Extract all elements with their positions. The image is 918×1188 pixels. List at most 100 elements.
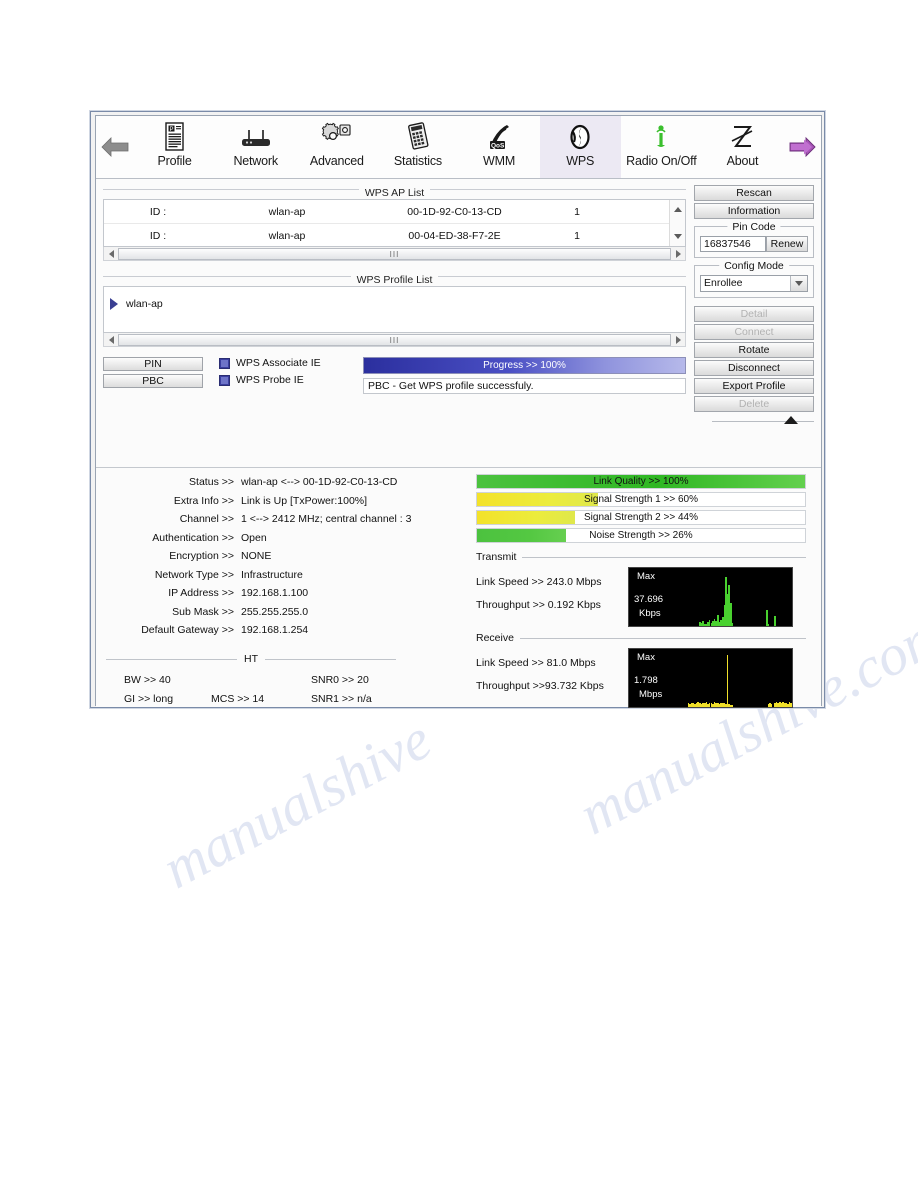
status-value: Infrastructure xyxy=(241,568,303,581)
profile-list-caption-row: WPS Profile List xyxy=(103,270,686,286)
pin-code-input[interactable]: 16837546 xyxy=(700,236,766,252)
tab-advanced[interactable]: Advanced xyxy=(296,116,377,178)
connection-status-panel: Status >> wlan-ap <--> 00-1D-92-C0-13-CD… xyxy=(96,468,821,709)
table-row[interactable]: ID : wlan-ap 00-04-ED-38-F7-2E 1 xyxy=(104,224,669,248)
transmit-throughput: Throughput >> 0.192 Kbps xyxy=(476,599,601,611)
calculator-icon xyxy=(403,122,433,152)
tab-about[interactable]: About xyxy=(702,116,783,178)
export-profile-button[interactable]: Export Profile xyxy=(694,378,814,394)
transmit-graph-max-label: Max xyxy=(637,571,655,582)
tab-wmm[interactable]: QoS WMM xyxy=(459,116,540,178)
transmit-graph-unit: Kbps xyxy=(639,608,661,619)
wps-ap-list[interactable]: ID : wlan-ap 00-1D-92-C0-13-CD 1 ID : wl… xyxy=(103,199,686,248)
collapse-up-icon[interactable] xyxy=(784,416,798,424)
status-key: Network Type >> xyxy=(154,568,234,581)
tab-profile[interactable]: P Profile xyxy=(134,116,215,178)
scroll-up-icon[interactable] xyxy=(670,202,685,217)
receive-throughput: Throughput >>93.732 Kbps xyxy=(476,680,604,692)
config-mode-group: Config Mode Enrollee xyxy=(694,260,814,298)
rescan-button[interactable]: Rescan xyxy=(694,185,814,201)
receive-graph-unit: Mbps xyxy=(639,689,663,700)
detail-button[interactable]: Detail xyxy=(694,306,814,322)
forward-arrow-button[interactable] xyxy=(783,116,821,178)
hscroll-thumb[interactable]: III xyxy=(118,247,671,260)
status-key: Authentication >> xyxy=(152,531,234,544)
ap-list-vertical-scrollbar[interactable] xyxy=(669,200,685,246)
pbc-button[interactable]: PBC xyxy=(103,374,203,388)
wps-action-row: PIN PBC WPS Associate IE WPS Probe IE Pr… xyxy=(103,357,686,394)
pin-button-label: PIN xyxy=(144,358,162,370)
hscroll-track[interactable]: III xyxy=(118,247,671,260)
tab-strip: P Profile Network Advanced Statistics Qo… xyxy=(134,116,783,178)
disconnect-button[interactable]: Disconnect xyxy=(694,360,814,376)
wps-associate-ie-checkbox[interactable]: WPS Associate IE xyxy=(219,357,359,369)
transmit-stats: Link Speed >> 243.0 Mbps Throughput >> 0… xyxy=(476,567,628,627)
graph-bar xyxy=(731,622,734,626)
status-row-authentication: Authentication >> Open xyxy=(106,532,466,551)
hscroll-thumb[interactable]: III xyxy=(118,333,671,346)
graph-bar xyxy=(731,705,734,707)
receive-body: Link Speed >> 81.0 Mbps Throughput >>93.… xyxy=(476,648,806,708)
signal-strength-2-meter: Signal Strength 2 >> 44% xyxy=(476,510,806,525)
watermark-text-2: manualshive xyxy=(151,705,442,902)
config-mode-select[interactable]: Enrollee xyxy=(700,275,808,292)
tab-label-radio: Radio On/Off xyxy=(626,154,697,168)
renew-button[interactable]: Renew xyxy=(766,236,808,252)
selection-marker-icon xyxy=(110,298,118,310)
collapse-panel-control[interactable] xyxy=(694,416,814,426)
ht-row-2: GI >> long MCS >> 14 SNR1 >> n/a xyxy=(106,690,406,709)
wps-panel: WPS AP List ID : wlan-ap 00-1D-92-C0-13-… xyxy=(96,179,821,468)
list-item[interactable]: wlan-ap xyxy=(104,293,685,315)
table-row[interactable]: ID : wlan-ap 00-1D-92-C0-13-CD 1 xyxy=(104,200,669,224)
profile-list-horizontal-scrollbar[interactable]: III xyxy=(103,333,686,347)
qos-icon: QoS xyxy=(484,122,514,152)
scroll-right-icon[interactable] xyxy=(671,335,685,344)
ap-row-ssid: wlan-ap xyxy=(268,229,306,242)
wps-probe-ie-checkbox[interactable]: WPS Probe IE xyxy=(219,374,359,386)
receive-graph-max-label: Max xyxy=(637,652,655,663)
tab-network[interactable]: Network xyxy=(215,116,296,178)
information-button[interactable]: Information xyxy=(694,203,814,219)
back-arrow-button[interactable] xyxy=(96,116,134,178)
hscroll-track[interactable]: III xyxy=(118,333,671,346)
profile-list-caption: WPS Profile List xyxy=(350,274,439,286)
tab-label-profile: Profile xyxy=(157,154,192,168)
wps-lists-column: WPS AP List ID : wlan-ap 00-1D-92-C0-13-… xyxy=(103,183,686,465)
status-value: NONE xyxy=(241,550,272,562)
scroll-left-icon[interactable] xyxy=(104,335,118,344)
transmit-body: Link Speed >> 243.0 Mbps Throughput >> 0… xyxy=(476,567,806,627)
status-key: Sub Mask >> xyxy=(172,605,234,618)
tab-label-wmm: WMM xyxy=(483,154,516,168)
transmit-section: Transmit Link Speed >> 243.0 Mbps Throug… xyxy=(476,551,806,627)
connect-button[interactable]: Connect xyxy=(694,324,814,340)
checkbox-checked-icon xyxy=(219,357,230,369)
signal-strength-1-label: Signal Strength 1 >> 60% xyxy=(584,494,698,505)
wps-icon xyxy=(566,122,594,152)
scroll-right-icon[interactable] xyxy=(671,249,685,258)
pin-code-caption: Pin Code xyxy=(727,221,781,233)
information-label: Information xyxy=(727,205,781,217)
receive-throughput-graph: Max 1.798 Mbps xyxy=(628,648,793,708)
tab-wps[interactable]: WPS xyxy=(539,116,621,178)
scroll-down-icon[interactable] xyxy=(670,229,685,244)
pin-button[interactable]: PIN xyxy=(103,357,203,371)
ap-list-horizontal-scrollbar[interactable]: III xyxy=(103,247,686,261)
wps-profile-list[interactable]: wlan-ap xyxy=(103,286,686,333)
graph-bar xyxy=(767,623,770,626)
status-value: Link is Up [TxPower:100%] xyxy=(241,494,368,507)
status-row-status: Status >> wlan-ap <--> 00-1D-92-C0-13-CD xyxy=(106,476,466,495)
tab-statistics[interactable]: Statistics xyxy=(377,116,458,178)
signal-strength-2-label: Signal Strength 2 >> 44% xyxy=(584,512,698,523)
ap-row-mac: 00-1D-92-C0-13-CD xyxy=(407,205,502,218)
delete-button[interactable]: Delete xyxy=(694,396,814,412)
status-value: 192.168.1.100 xyxy=(241,587,309,599)
tab-radio-on-off[interactable]: Radio On/Off xyxy=(621,116,702,178)
antenna-icon xyxy=(650,122,672,152)
application-inner-frame: P Profile Network Advanced Statistics Qo… xyxy=(95,115,822,709)
rotate-button[interactable]: Rotate xyxy=(694,342,814,358)
scroll-left-icon[interactable] xyxy=(104,249,118,258)
router-icon xyxy=(238,122,274,152)
status-value: 255.255.255.0 xyxy=(241,605,309,618)
detail-label: Detail xyxy=(740,308,768,320)
chevron-down-icon[interactable] xyxy=(790,276,807,291)
